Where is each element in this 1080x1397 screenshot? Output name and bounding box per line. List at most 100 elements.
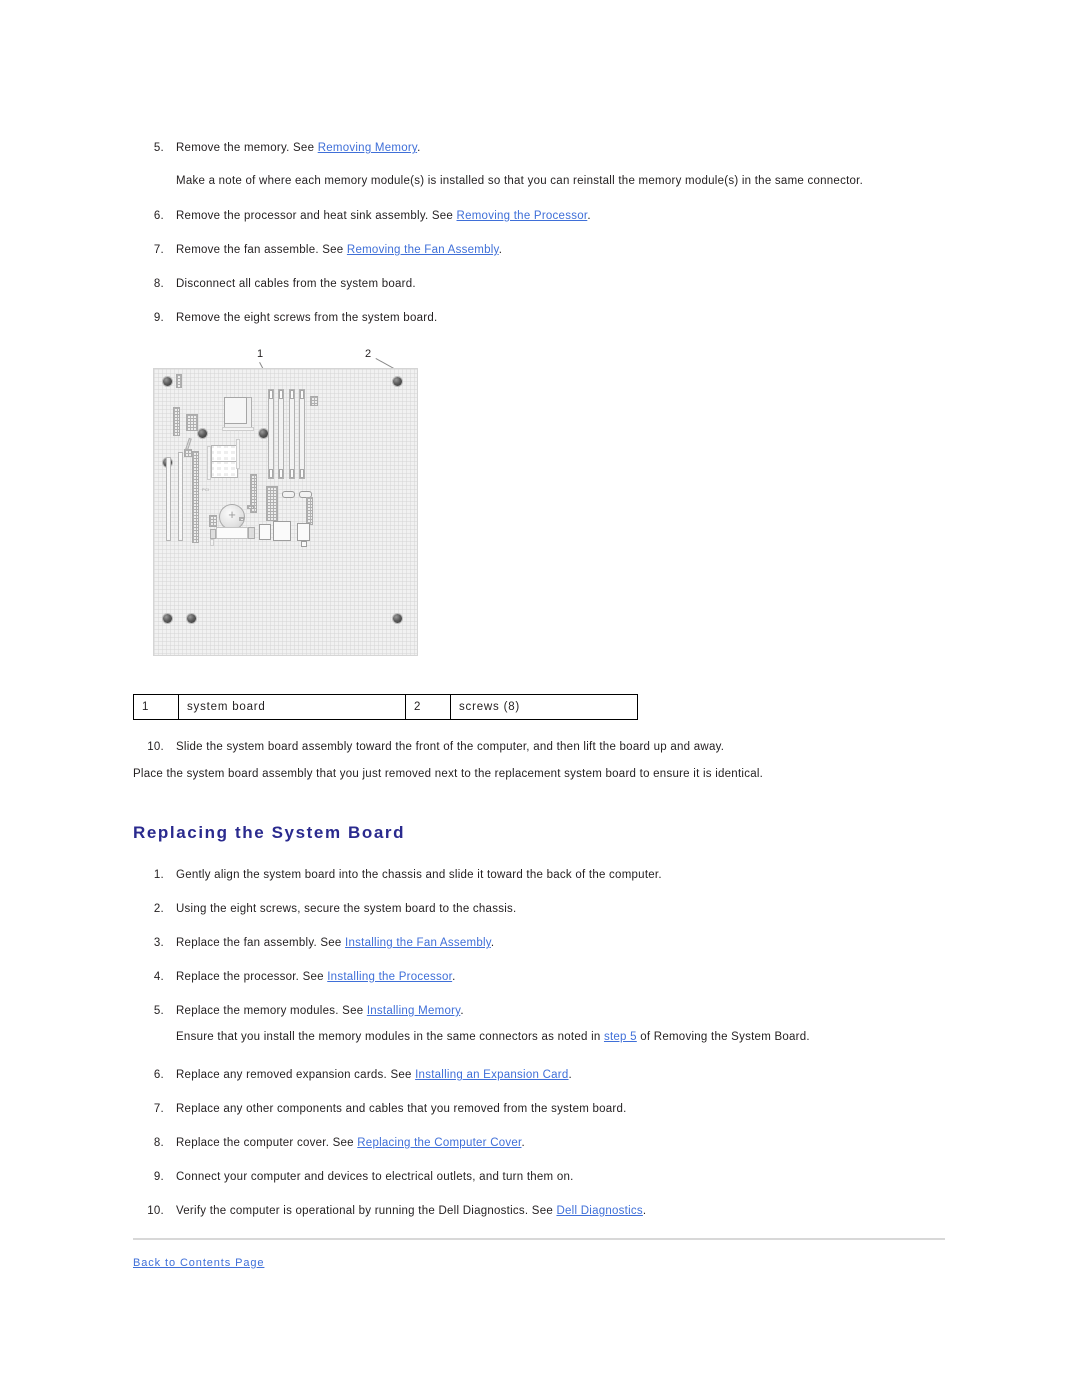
vga-port xyxy=(248,527,255,539)
legend-label-1: system board xyxy=(178,694,406,720)
step-number: 7. xyxy=(153,244,164,256)
step-number: 6. xyxy=(153,210,164,222)
figure-legend-table: 1 system board 2 screws (8) xyxy=(133,694,638,720)
replacing-step-9: 9. Connect your computer and devices to … xyxy=(140,1170,1000,1185)
link-installing-the-fan-assembly[interactable]: Installing the Fan Assembly xyxy=(345,937,491,949)
step-line: 7. Replace any other components and cabl… xyxy=(140,1102,1000,1117)
step-number: 5. xyxy=(153,142,164,154)
step-text: Replace the fan assembly. See Installing… xyxy=(176,936,1000,951)
system-board-figure: 1 2 PCI + xyxy=(133,340,633,680)
floppy-connector xyxy=(173,407,180,436)
step-text-part: Verify the computer is operational by ru… xyxy=(176,1205,557,1217)
screw-icon xyxy=(259,429,268,438)
memory-slot-3 xyxy=(289,389,295,479)
step-line: 7. Remove the fan assemble. See Removing… xyxy=(140,243,960,258)
step-text-part: Replace the computer cover. See xyxy=(176,1137,358,1149)
replacing-step-2: 2. Using the eight screws, secure the sy… xyxy=(140,902,1000,917)
screw-icon xyxy=(393,377,402,386)
replacing-step-3: 3. Replace the fan assembly. See Install… xyxy=(140,936,1000,951)
link-dell-diagnostics[interactable]: Dell Diagnostics xyxy=(556,1205,642,1217)
note-after-replacing-step-5: Ensure that you install the memory modul… xyxy=(176,1030,1036,1045)
link-removing-memory[interactable]: Removing Memory xyxy=(318,142,417,154)
back-to-contents-link[interactable]: Back to Contents Page xyxy=(133,1257,264,1269)
removal-step-7: 7. Remove the fan assemble. See Removing… xyxy=(140,243,960,258)
step-text-part: . xyxy=(417,142,421,154)
replacing-step-4: 4. Replace the processor. See Installing… xyxy=(140,970,1000,985)
cpu-socket-base xyxy=(222,427,254,431)
removal-step-6: 6. Remove the processor and heat sink as… xyxy=(140,209,960,224)
replacing-step-7: 7. Replace any other components and cabl… xyxy=(140,1102,1000,1117)
step-text-part: . xyxy=(642,1205,647,1217)
link-installing-memory[interactable]: Installing Memory xyxy=(367,1005,461,1017)
callout-number-1: 1 xyxy=(257,348,264,360)
step-text: Replace the memory modules. See Installi… xyxy=(176,1004,1000,1019)
speaker-header xyxy=(209,515,217,527)
step-text: Disconnect all cables from the system bo… xyxy=(176,278,416,290)
step-number: 1. xyxy=(153,869,164,881)
step-text-part: . xyxy=(521,1137,525,1149)
screw-icon xyxy=(393,614,402,623)
screw-icon xyxy=(198,429,207,438)
step-text-part: Replace the memory modules. See xyxy=(176,1005,367,1017)
pci-express-slot xyxy=(192,451,199,543)
link-removing-the-processor[interactable]: Removing the Processor xyxy=(457,210,588,222)
replacing-step-6: 6. Replace any removed expansion cards. … xyxy=(140,1068,1000,1083)
audio-jack xyxy=(301,541,307,547)
memory-slot-1 xyxy=(268,389,274,479)
link-step-5[interactable]: step 5 xyxy=(604,1031,637,1043)
pci-slot-2 xyxy=(178,452,183,541)
link-removing-the-fan-assembly[interactable]: Removing the Fan Assembly xyxy=(347,244,499,256)
pci-slot-1 xyxy=(166,457,171,541)
step-text-part: Remove the processor and heat sink assem… xyxy=(176,210,457,222)
step-line: 5. Replace the memory modules. See Insta… xyxy=(140,1004,1000,1019)
link-installing-the-processor[interactable]: Installing the Processor xyxy=(327,971,452,983)
aux-power-connector xyxy=(186,414,198,431)
step-text: Remove the processor and heat sink assem… xyxy=(176,209,960,224)
power-fan-header xyxy=(310,396,318,406)
step-line: 6. Remove the processor and heat sink as… xyxy=(140,209,960,224)
step-number: 4. xyxy=(153,971,164,983)
step-line: 10. Slide the system board assembly towa… xyxy=(140,740,990,755)
replacing-step-10: 10. Verify the computer is operational b… xyxy=(140,1204,1000,1219)
step-number: 10. xyxy=(147,1205,164,1217)
jumper-block-2 xyxy=(239,517,244,521)
step-line: 2. Using the eight screws, secure the sy… xyxy=(140,902,1000,917)
fan-header xyxy=(176,374,182,388)
step-number: 5. xyxy=(153,1005,164,1017)
callout-number-2: 2 xyxy=(365,348,372,360)
replacing-step-5: 5. Replace the memory modules. See Insta… xyxy=(140,1004,1000,1019)
jumper-block-1 xyxy=(247,505,254,509)
sata-connector-1 xyxy=(282,491,295,498)
replacing-step-8: 8. Replace the computer cover. See Repla… xyxy=(140,1136,1000,1151)
front-panel-connector xyxy=(306,497,313,525)
cpu-processor xyxy=(224,397,247,424)
serial-port xyxy=(210,529,216,539)
step-number: 2. xyxy=(153,903,164,915)
removal-step-5: 5. Remove the memory. See Removing Memor… xyxy=(140,141,960,156)
step-text: Replace any other components and cables … xyxy=(176,1103,627,1115)
step-line: 1. Gently align the system board into th… xyxy=(140,868,1000,883)
step-text-part: Remove the memory. See xyxy=(176,142,318,154)
memory-slot-4 xyxy=(299,389,305,479)
step-line: 9. Connect your computer and devices to … xyxy=(140,1170,1000,1185)
step-text-part: Replace the fan assembly. See xyxy=(176,937,346,949)
link-replacing-the-computer-cover[interactable]: Replacing the Computer Cover xyxy=(357,1137,521,1149)
step-line: 3. Replace the fan assembly. See Install… xyxy=(140,936,1000,951)
step-text-part: . xyxy=(498,244,503,256)
step-line: 4. Replace the processor. See Installing… xyxy=(140,970,1000,985)
link-installing-an-expansion-card[interactable]: Installing an Expansion Card xyxy=(415,1069,568,1081)
note-after-step-10: Place the system board assembly that you… xyxy=(133,768,764,780)
system-board-pcb: PCI xyxy=(153,368,418,656)
step-number: 3. xyxy=(153,937,164,949)
step-text-part: . xyxy=(587,210,591,222)
removal-step-10: 10. Slide the system board assembly towa… xyxy=(140,740,990,755)
southbridge-chipset xyxy=(211,461,238,478)
step-text-part: . xyxy=(460,1005,464,1017)
page-title: Replacing the System Board xyxy=(133,823,406,842)
step-text-part: . xyxy=(568,1069,572,1081)
step-text: Replace any removed expansion cards. See… xyxy=(176,1068,1000,1083)
step-line: 8. Disconnect all cables from the system… xyxy=(140,277,960,292)
northbridge-chipset xyxy=(211,445,238,462)
step-text: Replace the computer cover. See Replacin… xyxy=(176,1136,1000,1151)
step-text: Gently align the system board into the c… xyxy=(176,869,662,881)
